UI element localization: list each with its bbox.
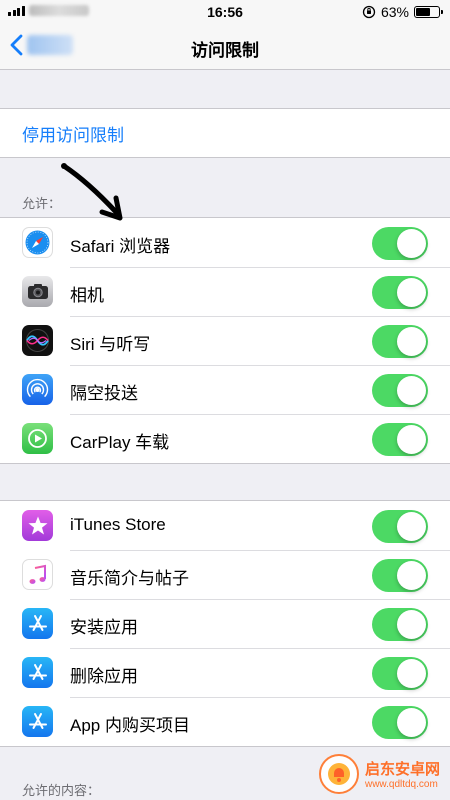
page-title: 访问限制 bbox=[191, 41, 259, 60]
toggle-switch[interactable] bbox=[372, 559, 428, 592]
setting-label: 相机 bbox=[70, 286, 104, 305]
app-store-icon bbox=[22, 608, 53, 639]
setting-label: 音乐简介与帖子 bbox=[70, 569, 189, 588]
status-right: 63% bbox=[362, 4, 443, 20]
carplay-icon bbox=[22, 423, 53, 454]
camera-icon bbox=[22, 276, 53, 307]
setting-row-install-apps: 安装应用 bbox=[0, 599, 450, 648]
siri-icon bbox=[22, 325, 53, 356]
toggle-switch[interactable] bbox=[372, 276, 428, 309]
allow-section-label: 允许： bbox=[22, 196, 62, 211]
toggle-switch[interactable] bbox=[372, 608, 428, 641]
allowed-content-label: 允许的内容： bbox=[22, 783, 101, 798]
toggle-switch[interactable] bbox=[372, 423, 428, 456]
toggle-switch[interactable] bbox=[372, 325, 428, 358]
annotation-arrow-icon bbox=[61, 163, 123, 221]
setting-row-in-app-purchases: App 内购买项目 bbox=[0, 697, 450, 746]
toggle-switch[interactable] bbox=[372, 510, 428, 543]
disable-restrictions-button[interactable]: 停用访问限制 bbox=[0, 109, 450, 157]
store-group: iTunes Store 音乐简介与帖子 安装应用 删除应用 App 内购买项目 bbox=[0, 500, 450, 747]
toggle-switch[interactable] bbox=[372, 657, 428, 690]
battery-percent: 63% bbox=[380, 4, 409, 20]
orientation-lock-icon bbox=[362, 5, 376, 19]
toggle-switch[interactable] bbox=[372, 706, 428, 739]
setting-row-camera: 相机 bbox=[0, 267, 450, 316]
setting-label: Safari 浏览器 bbox=[70, 237, 171, 256]
watermark-logo-icon bbox=[318, 754, 359, 794]
setting-label: 删除应用 bbox=[70, 667, 138, 686]
toggle-switch[interactable] bbox=[372, 374, 428, 407]
app-store-icon bbox=[22, 706, 53, 737]
safari-icon bbox=[22, 227, 53, 258]
setting-label: CarPlay 车载 bbox=[70, 433, 170, 452]
setting-label: 安装应用 bbox=[70, 618, 138, 637]
setting-row-airdrop: 隔空投送 bbox=[0, 365, 450, 414]
app-store-icon bbox=[22, 657, 53, 688]
disable-group: 停用访问限制 bbox=[0, 108, 450, 158]
airdrop-icon bbox=[22, 374, 53, 405]
music-icon bbox=[22, 559, 53, 590]
itunes-store-icon bbox=[22, 510, 53, 541]
setting-label: 隔空投送 bbox=[70, 384, 138, 403]
watermark-url: www.qdltdq.com bbox=[364, 779, 438, 790]
toggle-switch[interactable] bbox=[372, 227, 428, 260]
setting-row-itunes-store: iTunes Store bbox=[0, 501, 450, 550]
battery-icon bbox=[414, 6, 443, 18]
setting-label: App 内购买项目 bbox=[70, 716, 190, 735]
setting-row-siri: Siri 与听写 bbox=[0, 316, 450, 365]
status-bar: 16:56 63% bbox=[0, 0, 450, 24]
watermark-name: 启东安卓网 bbox=[364, 761, 440, 778]
setting-row-carplay: CarPlay 车载 bbox=[0, 414, 450, 463]
watermark: 启东安卓网 www.qdltdq.com bbox=[318, 754, 440, 794]
allow-group: Safari 浏览器 相机 Siri 与听写 隔空投送 CarPlay 车载 bbox=[0, 217, 450, 464]
setting-row-music: 音乐简介与帖子 bbox=[0, 550, 450, 599]
navigation-bar: 访问限制 bbox=[0, 24, 450, 70]
setting-row-delete-apps: 删除应用 bbox=[0, 648, 450, 697]
setting-label: Siri 与听写 bbox=[70, 335, 151, 354]
setting-label: iTunes Store bbox=[70, 515, 166, 534]
